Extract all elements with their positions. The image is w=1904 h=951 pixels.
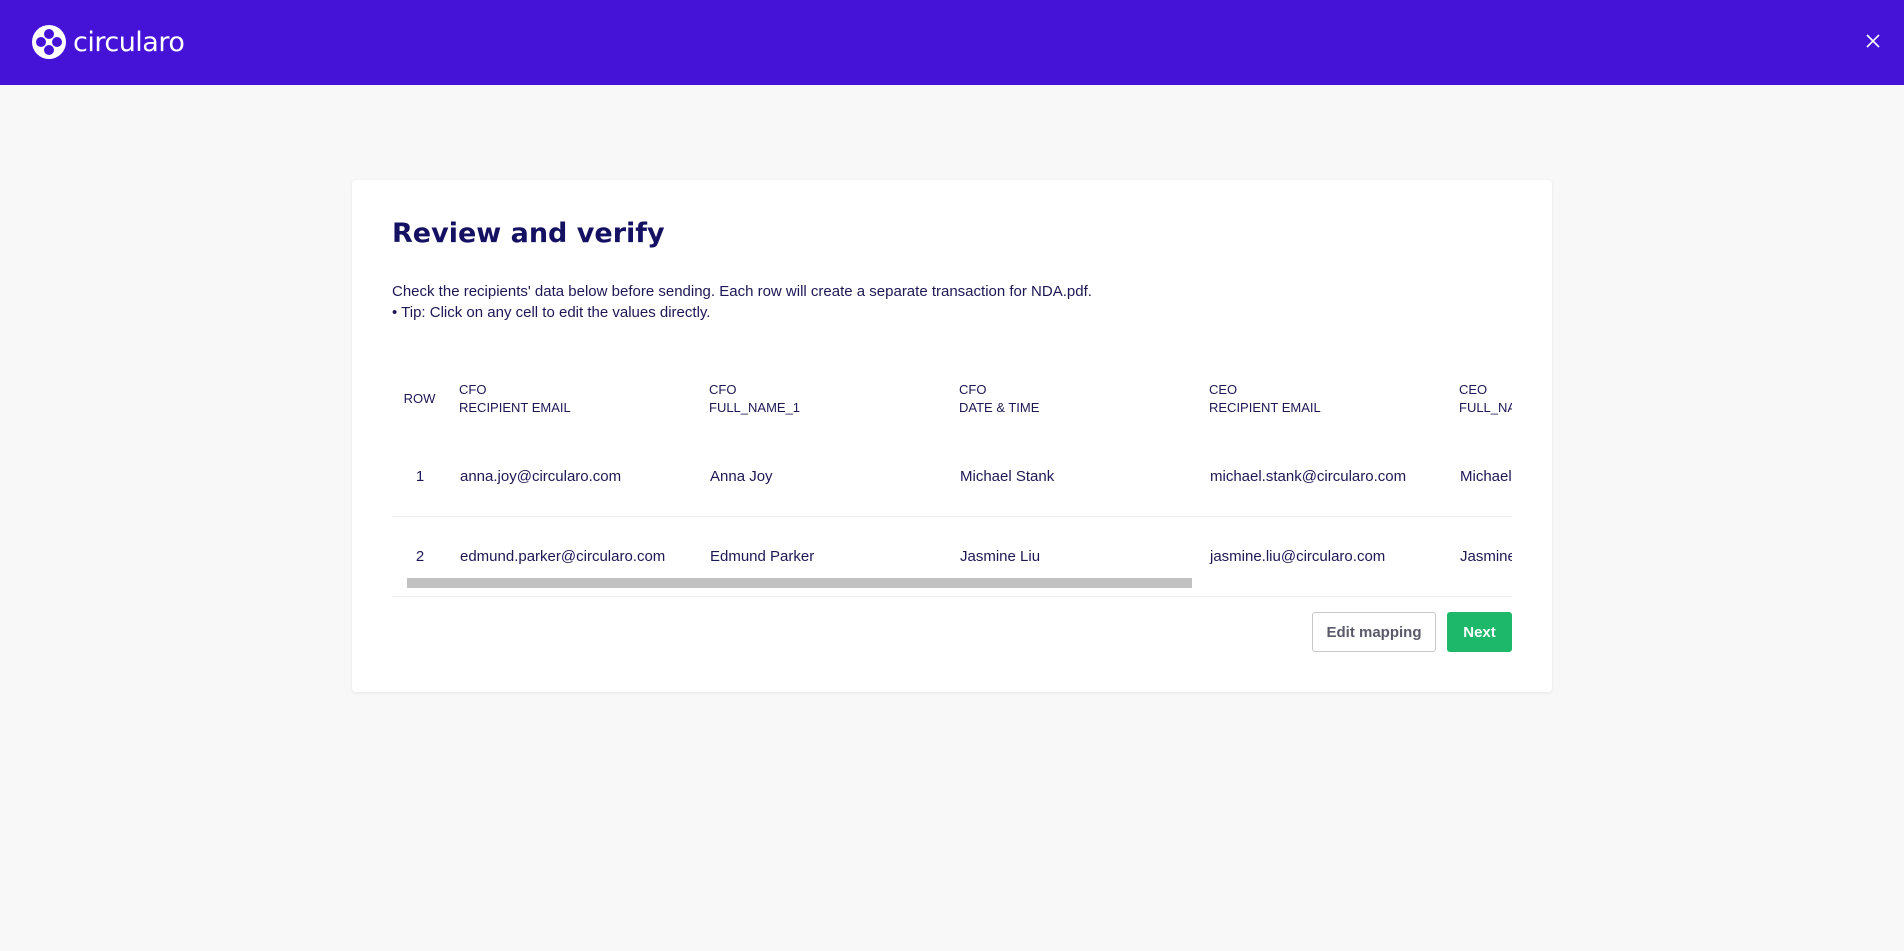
column-header-field: RECIPIENT EMAIL [459,399,571,415]
column-header-group: CEO [1459,381,1488,397]
recipients-table: ROW CFO RECIPIENT EMAIL CFO FULL_NAME_1 … [392,360,1512,597]
table-cell[interactable]: Anna Joy [709,437,959,517]
edit-mapping-button[interactable]: Edit mapping [1312,612,1436,652]
close-button[interactable] [1862,30,1884,52]
table-cell[interactable]: michael.stank@circularo.com [1209,437,1459,517]
column-header-cfo-full-name[interactable]: CFO FULL_NAME_1 [709,360,959,437]
table-row: 1 anna.joy@circularo.com Anna Joy Michae… [392,437,1512,517]
column-header-ceo-full-name[interactable]: CEO FULL_NAME_1 [1459,360,1512,437]
column-header-group: CFO [959,381,987,397]
column-header-ceo-recipient-email[interactable]: CEO RECIPIENT EMAIL [1209,360,1459,437]
page-description-block: Check the recipients' data below before … [392,281,1092,323]
page-tip: • Tip: Click on any cell to edit the val… [392,304,711,321]
column-header-group: CFO [709,381,737,397]
circularo-logo-icon [32,25,66,59]
close-icon [1866,34,1880,48]
column-header-field: FULL_NAME_1 [709,399,801,415]
scrollbar-thumb[interactable] [407,578,1192,588]
column-header-cfo-recipient-email[interactable]: CFO RECIPIENT EMAIL [459,360,709,437]
table-header-row: ROW CFO RECIPIENT EMAIL CFO FULL_NAME_1 … [392,360,1512,437]
table-cell[interactable]: anna.joy@circularo.com [459,437,709,517]
page-title: Review and verify [392,218,665,249]
top-bar: circularo [0,0,1904,85]
horizontal-scrollbar[interactable] [407,578,1512,588]
next-button[interactable]: Next [1447,612,1512,652]
review-card: Review and verify Check the recipients' … [352,180,1552,692]
table-cell[interactable]: Michael Stank [959,437,1209,517]
column-header-group: CFO [459,381,487,397]
row-number: 1 [392,437,459,517]
column-header-group: CEO [1209,381,1238,397]
column-header-row: ROW [403,390,436,406]
column-header-field: RECIPIENT EMAIL [1209,399,1321,415]
column-header-field: DATE & TIME [959,399,1040,415]
brand-name: circularo [73,26,185,58]
page-description: Check the recipients' data below before … [392,283,1092,300]
brand-logo[interactable]: circularo [32,25,185,59]
table-cell[interactable]: Michael Stank [1459,437,1512,517]
column-header-field: FULL_NAME_1 [1459,399,1512,415]
recipients-table-container: ROW CFO RECIPIENT EMAIL CFO FULL_NAME_1 … [392,360,1512,770]
column-header-cfo-date-time[interactable]: CFO DATE & TIME [959,360,1209,437]
